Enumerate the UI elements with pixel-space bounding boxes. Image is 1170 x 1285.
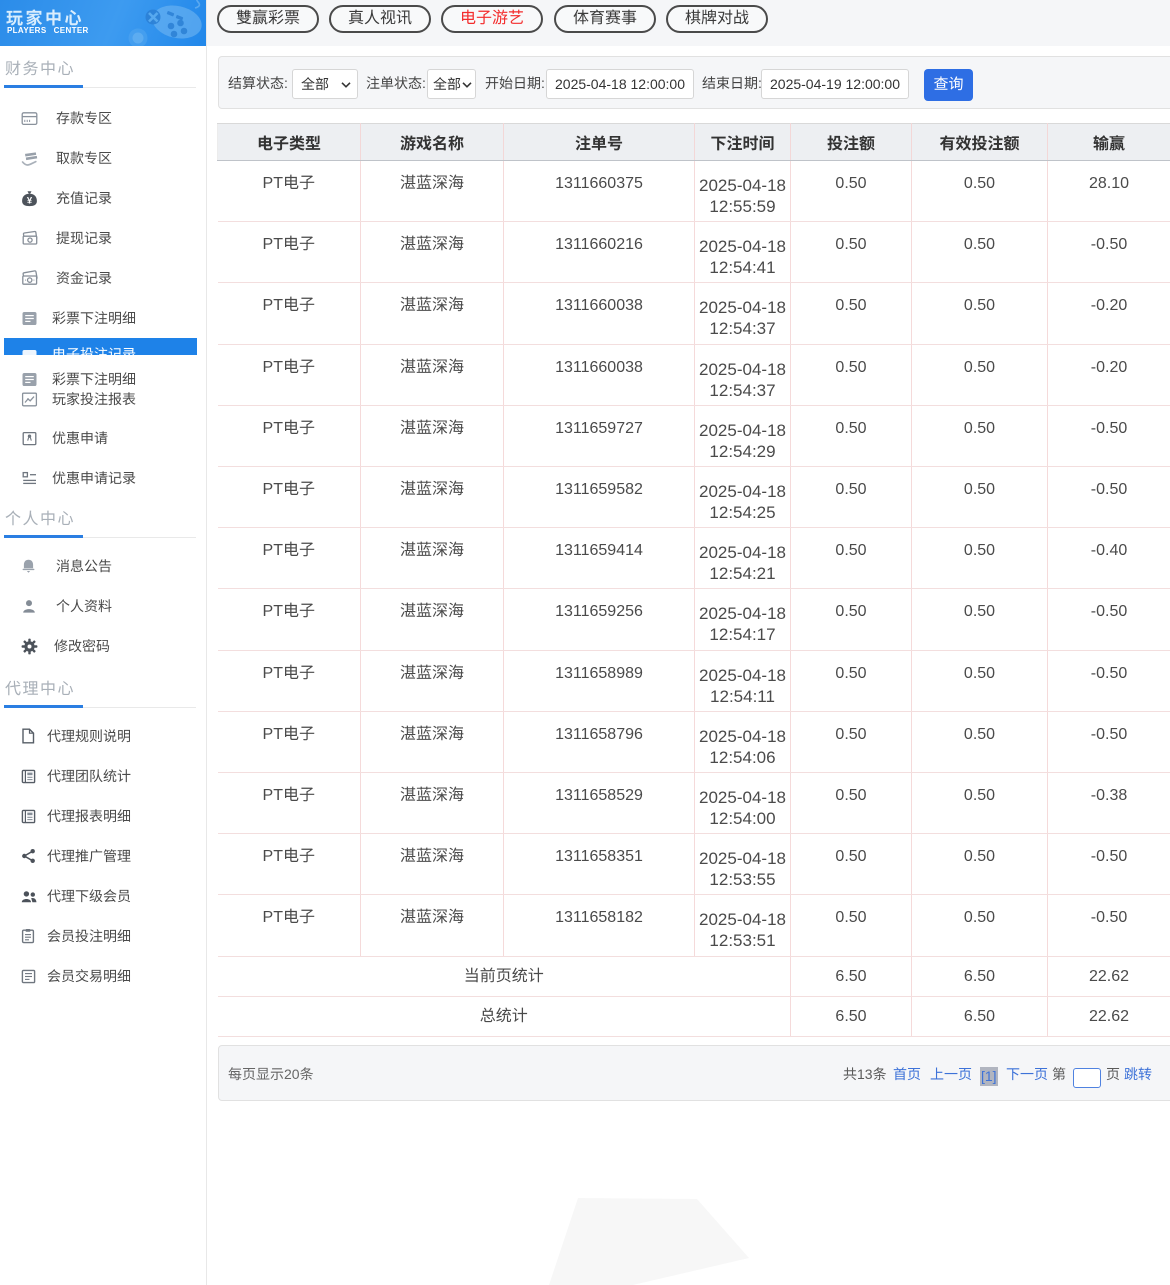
svg-text:¥: ¥ xyxy=(27,195,33,206)
